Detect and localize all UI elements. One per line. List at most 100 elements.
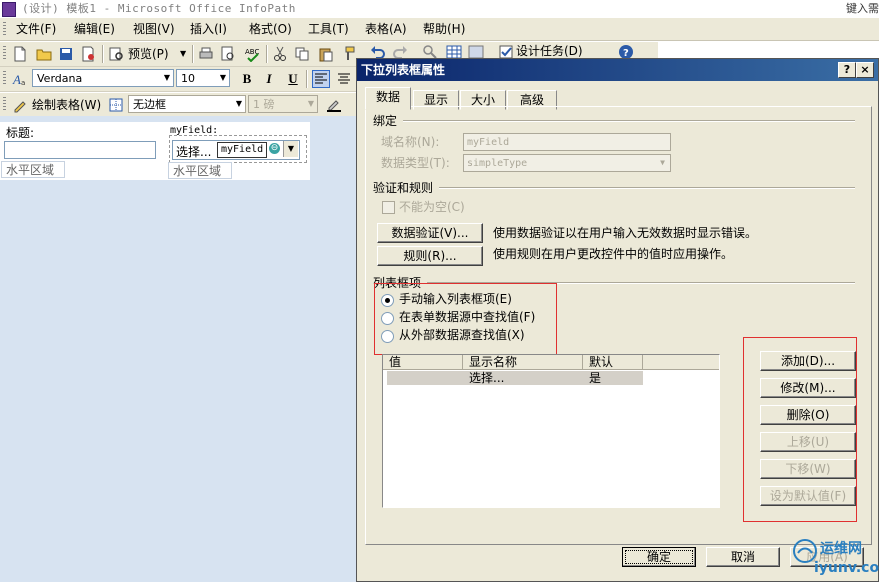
dropdown-list-control[interactable]: 选择... myField ⊖ ▼: [172, 140, 300, 160]
draw-table-icon[interactable]: [12, 97, 28, 113]
menu-bar: 文件(F) 编辑(E) 视图(V) 插入(I) 格式(O) 工具(T) 表格(A…: [0, 18, 879, 41]
title-textbox[interactable]: [4, 141, 156, 159]
form-table[interactable]: 标题: 水平区域 myField: 选择... myField ⊖ ▼ 水平区域: [0, 122, 310, 180]
font-size-select[interactable]: 10 ▼: [176, 69, 230, 87]
set-default-button[interactable]: 设为默认值(F): [760, 486, 856, 506]
toolbar-grip[interactable]: [3, 97, 6, 111]
spelling-icon[interactable]: ABC: [244, 46, 260, 62]
cannot-be-blank-label: 不能为空(C): [399, 200, 465, 214]
rules-button[interactable]: 规则(R)...: [377, 246, 483, 266]
toolbar-grip[interactable]: [3, 46, 6, 60]
tab-data[interactable]: 数据: [365, 87, 411, 110]
menu-file[interactable]: 文件(F): [16, 21, 56, 37]
modify-button[interactable]: 修改(M)...: [760, 378, 856, 398]
column-header-value[interactable]: 值: [383, 355, 463, 370]
data-type-label: 数据类型(T):: [381, 156, 450, 170]
open-folder-icon[interactable]: [36, 46, 52, 62]
data-validation-description: 使用数据验证以在用户输入无效数据时显示错误。: [493, 226, 758, 240]
menu-table[interactable]: 表格(A): [365, 21, 407, 37]
cannot-be-blank-checkbox[interactable]: [382, 201, 395, 214]
row-display-name: 选择...: [469, 371, 505, 385]
align-center-icon[interactable]: [336, 71, 352, 87]
draw-table-button[interactable]: 绘制表格(W): [32, 96, 101, 114]
font-size-value: 10: [181, 72, 195, 85]
dialog-title-bar[interactable]: 下拉列表框属性 ? ×: [357, 59, 878, 81]
data-type-select[interactable]: simpleType ▼: [463, 154, 671, 172]
cancel-button[interactable]: 取消: [706, 547, 780, 567]
new-document-icon[interactable]: [12, 46, 28, 62]
ok-button[interactable]: 确定: [622, 547, 696, 567]
bold-button[interactable]: B: [238, 70, 256, 88]
font-family-select[interactable]: Verdana ▼: [32, 69, 174, 87]
column-header-default[interactable]: 默认: [583, 355, 643, 370]
menu-view[interactable]: 视图(V): [133, 21, 175, 37]
chevron-down-icon[interactable]: ▼: [283, 141, 298, 157]
chevron-down-icon[interactable]: ▼: [161, 70, 173, 86]
preview-icon[interactable]: [108, 46, 124, 62]
copy-icon[interactable]: [294, 46, 310, 62]
help-search-hint[interactable]: 键入需: [846, 0, 879, 18]
menu-help[interactable]: 帮助(H): [423, 21, 465, 37]
paste-icon[interactable]: [318, 46, 334, 62]
underline-button[interactable]: U: [284, 70, 302, 88]
toolbar-grip[interactable]: [3, 22, 6, 36]
menu-format[interactable]: 格式(O): [249, 21, 292, 37]
toolbar-separator: [192, 45, 194, 63]
move-down-button[interactable]: 下移(W): [760, 459, 856, 479]
external-datasource-radio[interactable]: [381, 330, 394, 343]
print-preview-icon[interactable]: [220, 46, 236, 62]
form-datasource-radio[interactable]: [381, 312, 394, 325]
table-row[interactable]: 选择... 是: [387, 371, 643, 385]
list-items-table[interactable]: 值 显示名称 默认 选择... 是: [382, 354, 720, 508]
border-color-icon[interactable]: [326, 97, 342, 113]
menu-insert[interactable]: 插入(I): [190, 21, 227, 37]
print-icon[interactable]: [198, 46, 214, 62]
border-style-select[interactable]: 无边框 ▼: [128, 95, 246, 113]
horizontal-region-label[interactable]: 水平区域: [168, 162, 232, 179]
data-type-value: simpleType: [467, 158, 528, 169]
toolbar-grip[interactable]: [3, 71, 6, 85]
design-canvas[interactable]: [0, 116, 356, 582]
remove-button[interactable]: 删除(O): [760, 405, 856, 425]
data-validation-button[interactable]: 数据验证(V)...: [377, 223, 483, 243]
menu-tools[interactable]: 工具(T): [308, 21, 349, 37]
horizontal-region-label[interactable]: 水平区域: [1, 161, 65, 178]
column-header-display-name[interactable]: 显示名称: [463, 355, 583, 370]
font-style-icon[interactable]: Aa: [12, 71, 28, 87]
app-title-bar: (设计) 模板1 - Microsoft Office InfoPath 键入需: [0, 0, 879, 18]
add-button[interactable]: 添加(D)...: [760, 351, 856, 371]
align-left-icon[interactable]: [312, 70, 330, 88]
move-up-button[interactable]: 上移(U): [760, 432, 856, 452]
binding-heading: 绑定: [373, 114, 398, 128]
preview-dropdown-arrow-icon[interactable]: ▼: [180, 45, 186, 63]
chevron-down-icon[interactable]: ▼: [656, 156, 669, 170]
app-title: (设计) 模板1 - Microsoft Office InfoPath: [22, 2, 296, 15]
border-icon[interactable]: [108, 97, 124, 113]
line-weight-select[interactable]: 1 磅 ▼: [248, 95, 318, 113]
field-name-input[interactable]: myField: [463, 133, 671, 151]
menu-edit[interactable]: 编辑(E): [74, 21, 115, 37]
permission-icon[interactable]: [80, 46, 96, 62]
row-default: 是: [589, 371, 602, 385]
close-button[interactable]: ×: [856, 62, 874, 78]
italic-button[interactable]: I: [260, 70, 278, 88]
toolbar-separator: [102, 45, 104, 63]
format-painter-icon[interactable]: [340, 46, 356, 62]
infopath-app-icon: [2, 2, 16, 17]
chevron-down-icon[interactable]: ▼: [217, 70, 229, 86]
svg-text:A: A: [12, 72, 21, 87]
title-label: 标题:: [6, 126, 35, 140]
external-datasource-label: 从外部数据源查找值(X): [399, 328, 525, 342]
formatting-toolbar: Aa Verdana ▼ 10 ▼ B I U: [0, 67, 356, 92]
chevron-down-icon[interactable]: ▼: [233, 96, 245, 112]
preview-button[interactable]: 预览(P): [128, 45, 169, 63]
validation-heading: 验证和规则: [373, 181, 434, 195]
manual-entry-radio[interactable]: [381, 294, 394, 307]
field-name-label: 域名称(N):: [381, 135, 440, 149]
font-family-value: Verdana: [37, 72, 83, 85]
cut-icon[interactable]: [272, 46, 288, 62]
save-icon[interactable]: [58, 46, 74, 62]
chevron-down-icon[interactable]: ▼: [305, 96, 317, 112]
help-button[interactable]: ?: [838, 62, 856, 78]
standard-toolbar: 预览(P) ▼ ABC: [0, 42, 385, 67]
